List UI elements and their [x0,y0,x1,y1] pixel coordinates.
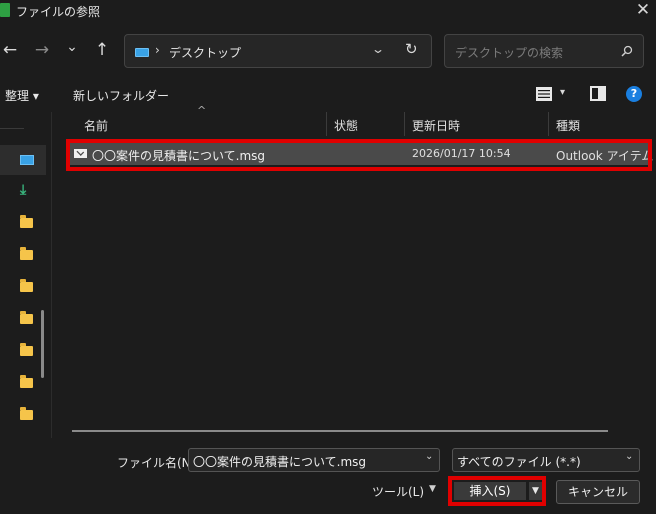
view-options-icon[interactable] [536,87,552,101]
filename-dropdown-icon[interactable]: ⌄ [425,451,433,462]
dialog-footer: ファイル名(N): 〇〇案件の見積書について.msg ⌄ すべてのファイル (*… [0,438,656,514]
search-placeholder: デスクトップの検索 [455,46,564,60]
column-header-type[interactable]: 種類 [556,117,580,134]
navigation-bar: ← → ⌄ ↑ › デスクトップ ⌄ ↻ デスクトップの検索 [0,30,656,72]
up-button[interactable]: ↑ [92,38,112,62]
search-icon [621,45,633,57]
new-folder-button[interactable]: 新しいフォルダー [73,87,169,104]
title-bar: ファイルの参照 ✕ [0,0,656,22]
close-icon[interactable]: ✕ [634,0,652,20]
insert-highlight-box: 挿入(S) ▼ [448,476,546,506]
window-title: ファイルの参照 [16,5,101,19]
forward-button[interactable]: → [32,38,52,62]
refresh-icon[interactable]: ↻ [405,40,418,58]
tools-button[interactable]: ツール(L) [372,483,424,500]
folder-icon[interactable] [20,343,33,356]
desktop-icon [20,155,34,165]
filename-input[interactable]: 〇〇案件の見積書について.msg ⌄ [188,448,440,472]
sort-indicator-icon: ^ [197,104,207,117]
organize-button[interactable]: 整理 ▾ [5,87,39,104]
help-icon[interactable]: ? [626,86,642,102]
horizontal-scrollbar[interactable] [72,430,608,432]
desktop-icon [135,48,149,57]
folder-icon[interactable] [20,375,33,388]
column-header-status[interactable]: 状態 [334,117,358,134]
folder-icon[interactable] [20,247,33,260]
address-bar[interactable]: › デスクトップ ⌄ ↻ [124,34,432,68]
view-dropdown-icon[interactable]: ▾ [560,87,565,98]
sidebar-scrollbar[interactable] [41,310,44,378]
folder-icon[interactable] [20,311,33,324]
cancel-button[interactable]: キャンセル [556,480,640,504]
insert-button[interactable]: 挿入(S) [454,482,526,500]
recent-locations-button[interactable]: ⌄ [62,35,82,59]
download-icon[interactable]: ⤓ [20,182,26,198]
excel-icon [0,3,10,17]
column-divider[interactable] [404,112,405,136]
column-divider[interactable] [548,112,549,136]
highlight-box [66,139,652,171]
sidebar-item-desktop[interactable] [0,145,46,175]
filetype-dropdown-icon[interactable]: ⌄ [625,451,633,462]
back-button[interactable]: ← [0,38,20,62]
sidebar-divider [0,128,24,129]
folder-icon[interactable] [20,215,33,228]
command-bar: 整理 ▾ 新しいフォルダー ▾ ? [0,80,656,110]
tools-dropdown-icon[interactable]: ▼ [429,484,436,494]
filetype-value: すべてのファイル (*.*) [457,455,581,469]
filename-value: 〇〇案件の見積書について.msg [193,455,367,469]
column-divider[interactable] [326,112,327,136]
file-list: ^ 名前 状態 更新日時 種類 〇〇案件の見積書について.msg 2026/01… [52,104,656,438]
folder-icon[interactable] [20,279,33,292]
breadcrumb-desktop[interactable]: デスクトップ [169,44,241,61]
preview-pane-icon[interactable] [590,86,606,101]
search-input[interactable]: デスクトップの検索 [444,34,644,68]
insert-options-icon[interactable]: ▼ [528,482,542,500]
navigation-pane: ⤓ [0,112,52,436]
column-header-modified[interactable]: 更新日時 [412,117,460,134]
breadcrumb-chevron-icon[interactable]: › [155,43,160,57]
folder-icon[interactable] [20,407,33,420]
address-dropdown-icon[interactable]: ⌄ [371,42,385,56]
filetype-select[interactable]: すべてのファイル (*.*) ⌄ [452,448,640,472]
column-header-name[interactable]: 名前 [84,117,108,134]
